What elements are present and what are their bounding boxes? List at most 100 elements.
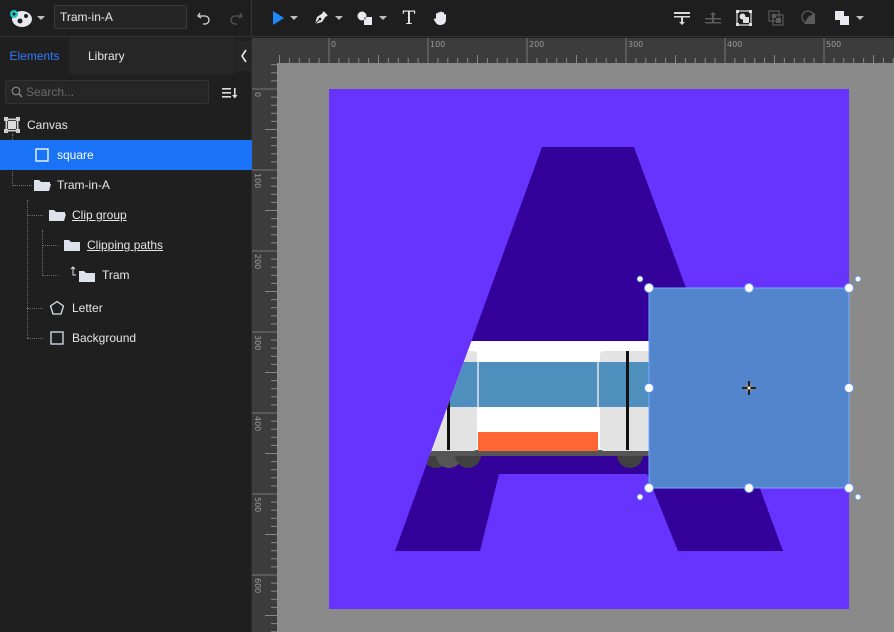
select-tool-button[interactable] [268, 6, 300, 30]
canvas-workspace[interactable] [277, 63, 894, 632]
folder-icon [64, 240, 80, 251]
tree-item-label: Canvas [27, 118, 68, 132]
pen-tool-button[interactable] [310, 6, 344, 30]
resize-handle[interactable] [844, 483, 854, 493]
pen-nib-icon [314, 11, 328, 25]
ruler-label: 200 [253, 254, 262, 269]
align-middle-button[interactable] [703, 6, 723, 30]
align-middle-icon [705, 12, 721, 24]
collapse-sidebar-button[interactable] [236, 41, 251, 71]
ruler-label: 0 [331, 40, 336, 49]
resize-handle[interactable] [844, 283, 854, 293]
group-icon [736, 10, 752, 26]
toolbar-divider [251, 0, 252, 37]
tree-item-tram-in-a[interactable]: Tram-in-A [0, 170, 252, 200]
align-top-button[interactable] [672, 6, 692, 30]
tree-item-label: Background [72, 331, 137, 345]
app-logo-icon [10, 10, 32, 27]
resize-handle[interactable] [844, 383, 854, 393]
text-T-icon: T [402, 7, 416, 29]
resize-handle[interactable] [744, 483, 754, 493]
tram-pole [447, 400, 450, 450]
tab-elements[interactable]: Elements [0, 38, 69, 74]
tree-item-tram[interactable]: Tram [0, 260, 252, 290]
horizontal-ruler[interactable]: 0100200300400500600 [252, 38, 894, 63]
resize-handle[interactable] [644, 383, 654, 393]
chevron-down-icon [378, 16, 387, 20]
tree-item-label: Clipping paths [87, 238, 164, 252]
app-menu-button[interactable] [8, 7, 48, 29]
square-icon [35, 148, 49, 162]
ruler-label: 400 [727, 40, 742, 49]
artboard [329, 89, 862, 609]
ruler-label: 300 [628, 40, 643, 49]
ungroup-button[interactable] [766, 6, 786, 30]
pentagon-icon [49, 300, 65, 315]
chevron-down-icon [334, 16, 343, 20]
folder-open-icon [49, 210, 66, 221]
hand-icon [433, 11, 446, 25]
ruler-label: 600 [253, 578, 262, 593]
ruler-label: 500 [826, 40, 841, 49]
ruler-label: 100 [430, 40, 445, 49]
shape-tool-button[interactable] [354, 6, 388, 30]
chevron-down-icon [856, 16, 864, 20]
vertical-ruler[interactable]: 0 100 200 300 400 500 600 [252, 63, 277, 632]
tree-item-letter[interactable]: Letter [0, 293, 252, 323]
top-toolbar: Tram-in-A T [0, 0, 894, 37]
tab-library[interactable]: Library [69, 38, 235, 74]
sidebar-tabs: Elements Library [0, 38, 252, 74]
tree-item-clipping-paths[interactable]: Clipping paths [0, 230, 252, 260]
pointer-arrow-icon [272, 11, 284, 25]
tram-pole [626, 351, 629, 450]
rotate-handle[interactable] [636, 493, 644, 501]
tree-item-label: Letter [72, 301, 103, 315]
group-button[interactable] [734, 6, 754, 30]
ungroup-icon [768, 10, 784, 26]
chevron-down-icon [289, 16, 298, 20]
tree-item-clip-group[interactable]: Clip group [0, 200, 252, 230]
ruler-label: 400 [253, 416, 262, 431]
boolean-ops-button[interactable] [832, 6, 866, 30]
resize-handle[interactable] [744, 283, 754, 293]
rotate-handle[interactable] [854, 493, 862, 501]
ruler-label: 100 [253, 173, 262, 188]
square-icon [50, 331, 64, 345]
chevron-left-icon [240, 49, 247, 63]
mask-button[interactable] [799, 6, 819, 30]
tree-item-label: Tram [102, 268, 130, 282]
redo-icon [230, 12, 243, 25]
canvas-icon [4, 117, 20, 133]
mask-icon [801, 10, 815, 24]
folder-icon [79, 271, 95, 282]
hand-tool-button[interactable] [430, 6, 452, 30]
tram-orange-stripe [478, 432, 598, 451]
resize-handle[interactable] [644, 283, 654, 293]
align-top-icon [674, 12, 690, 25]
search-icon [11, 86, 23, 98]
tree-item-label: Clip group [72, 208, 127, 222]
document-name-field[interactable]: Tram-in-A [54, 5, 187, 29]
undo-icon [197, 12, 210, 25]
chevron-down-icon [37, 16, 45, 20]
tree-item-canvas[interactable]: Canvas [0, 110, 252, 140]
sort-button[interactable] [222, 85, 238, 99]
tree-item-label: square [57, 148, 94, 162]
text-tool-button[interactable]: T [398, 6, 420, 30]
tree-item-square[interactable]: square [0, 140, 252, 170]
rotate-handle[interactable] [636, 275, 644, 283]
folder-open-icon [34, 180, 51, 191]
layers-sidebar: Elements Library Canvas square [0, 38, 252, 632]
ruler-label: 500 [253, 497, 262, 512]
search-input[interactable] [26, 83, 204, 101]
ruler-label: 300 [253, 335, 262, 350]
resize-handle[interactable] [644, 483, 654, 493]
rotate-handle[interactable] [854, 275, 862, 283]
search-field [5, 80, 209, 104]
undo-button[interactable] [193, 6, 215, 30]
tree-item-background[interactable]: Background [0, 323, 252, 353]
ruler-label: 0 [253, 92, 262, 97]
redo-button[interactable] [225, 6, 247, 30]
tree-item-label: Tram-in-A [57, 178, 110, 192]
boolean-icon [835, 11, 849, 25]
